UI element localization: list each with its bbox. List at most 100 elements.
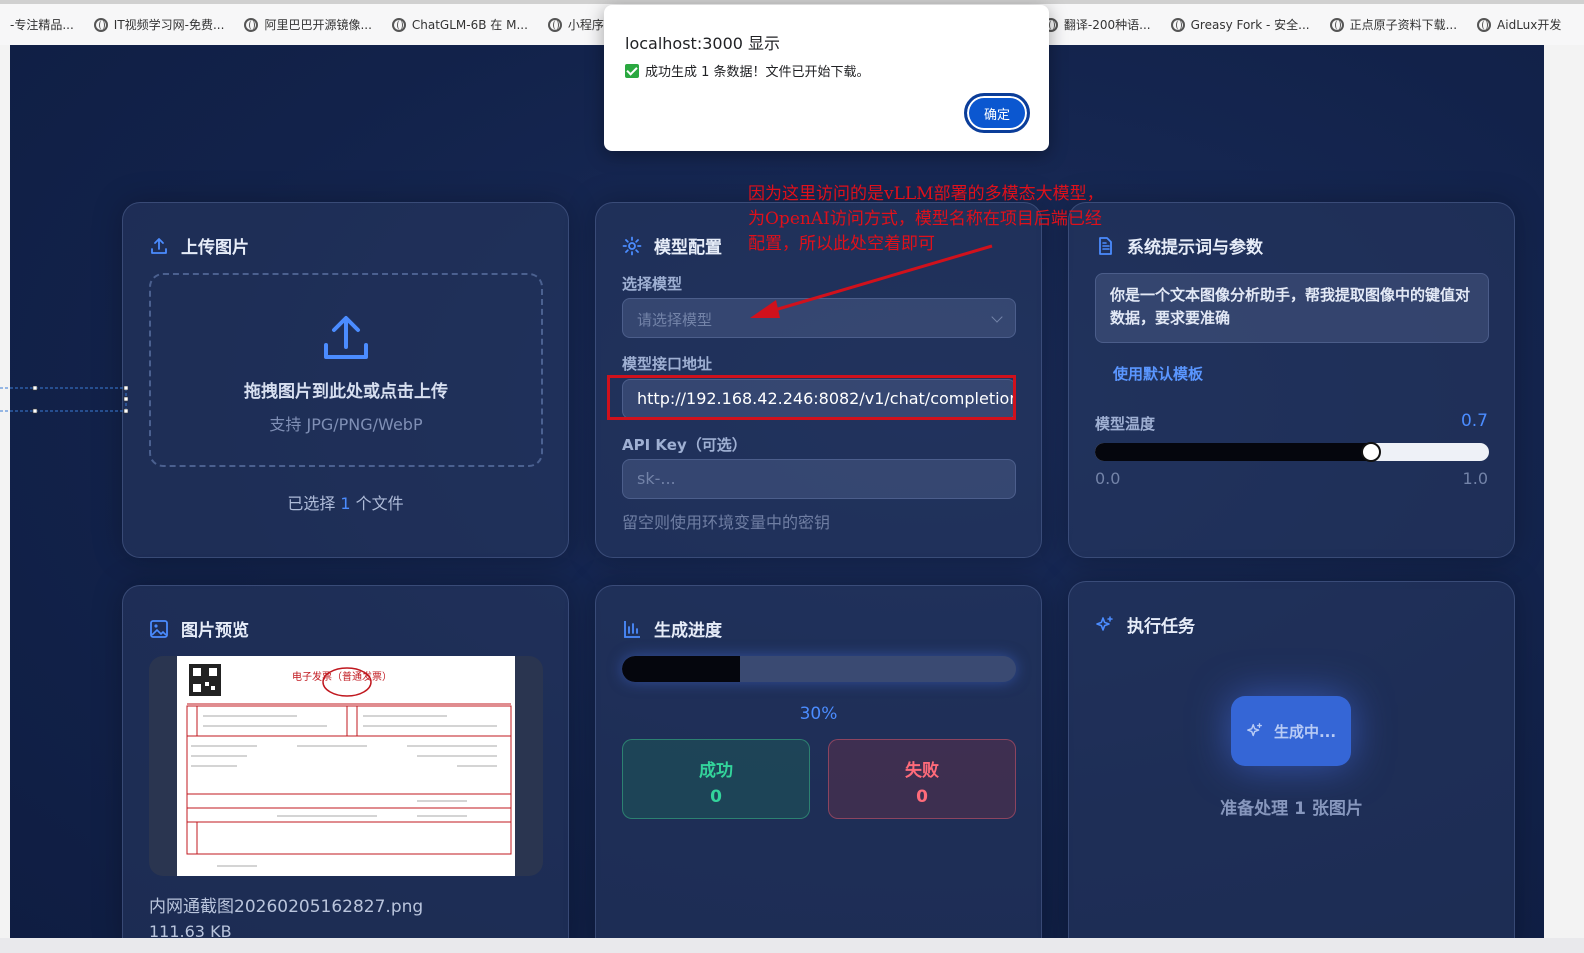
annotation-line: 为OpenAI访问方式，模型名称在项目后端已经 <box>748 209 1102 229</box>
bookmark-label: 阿里巴巴开源镜像... <box>264 18 372 32</box>
temperature-slider[interactable] <box>1095 442 1489 462</box>
invoice-drawing: 电子发票（普通发票） <box>186 664 512 867</box>
bookmark-item[interactable]: AidLux开发 <box>1467 16 1571 33</box>
dialog-message: 成功生成 1 条数据！文件已开始下载。 <box>645 65 870 80</box>
temperature-max: 1.0 <box>1462 469 1488 488</box>
execute-card: 执行任务 生成中... 准备处理 1 张图片 <box>1068 581 1515 938</box>
progress-percent: 30% <box>799 704 838 724</box>
globe-icon <box>391 17 406 32</box>
temperature-slider-handle[interactable] <box>1360 442 1381 462</box>
image-preview: 电子发票（普通发票） <box>149 656 543 876</box>
dropzone-formats: 支持 JPG/PNG/WebP <box>269 415 423 434</box>
preview-file-name: 内网通截图20260205162827.png <box>149 897 424 917</box>
bookmark-item[interactable]: 阿里巴巴开源镜像... <box>234 16 381 33</box>
progress-bar-fill <box>622 656 741 682</box>
execute-hint: 准备处理 1 张图片 <box>1220 799 1363 819</box>
success-value: 0 <box>710 787 722 807</box>
apikey-hint: 留空则使用环境变量中的密钥 <box>622 513 831 532</box>
image-icon <box>150 619 168 638</box>
selected-prefix: 已选择 <box>287 494 341 513</box>
temperature-min: 0.0 <box>1095 469 1121 488</box>
temperature-slider-fill <box>1095 443 1371 461</box>
fail-stat: 失败 0 <box>828 739 1016 819</box>
selected-files-count: 已选择 1 个文件 <box>123 490 568 514</box>
alert-dialog: localhost:3000 显示 成功生成 1 条数据！文件已开始下载。 确定 <box>604 5 1049 151</box>
chevron-down-icon <box>991 311 1003 323</box>
bar-chart-icon <box>624 620 640 638</box>
use-default-template-button[interactable]: 使用默认模板 <box>1113 363 1203 384</box>
upload-large-icon <box>324 316 368 359</box>
annotation-text: 因为这里访问的是vLLM部署的多模态大模型， 为OpenAI访问方式，模型名称在… <box>748 182 1168 257</box>
annotation-highlight-box <box>607 375 1016 420</box>
upload-title-text: 上传图片 <box>181 238 249 258</box>
model-title-text: 模型配置 <box>654 238 722 258</box>
bookmark-item[interactable]: ChatGLM-6B 在 M... <box>382 16 538 33</box>
apikey-label: API Key（可选） <box>622 436 747 454</box>
invoice-title-text: 电子发票（普通发票） <box>292 670 392 683</box>
globe-icon <box>1477 17 1492 32</box>
sparkle-icon <box>1096 615 1113 631</box>
globe-icon <box>1329 17 1344 32</box>
bookmark-label: 正点原子资料下载... <box>1349 18 1458 32</box>
preview-card: 图片预览 电子发票（普通发票） 内网通截图20260205162827.png … <box>122 585 569 938</box>
selected-count: 1 <box>340 494 351 513</box>
selection-guides <box>0 386 128 414</box>
model-select-placeholder: 请选择模型 <box>637 311 713 329</box>
bookmark-label: 小程序 <box>567 18 604 32</box>
upload-card: 上传图片 拖拽图片到此处或点击上传 支持 JPG/PNG/WebP 已选择 1 … <box>122 202 569 558</box>
preview-title-text: 图片预览 <box>181 621 249 641</box>
upload-dropzone[interactable]: 拖拽图片到此处或点击上传 支持 JPG/PNG/WebP <box>149 273 543 467</box>
endpoint-label: 模型接口地址 <box>622 355 713 373</box>
dialog-message-row: 成功生成 1 条数据！文件已开始下载。 <box>625 61 870 80</box>
generate-button[interactable]: 生成中... <box>1231 696 1351 766</box>
globe-icon <box>547 17 562 32</box>
preview-file-size: 111.63 KB <box>149 922 232 938</box>
generate-button-label: 生成中... <box>1273 722 1337 741</box>
bookmark-item[interactable]: IT视频学习网-免费... <box>84 16 235 33</box>
execute-title-text: 执行任务 <box>1127 617 1195 637</box>
bookmark-item[interactable]: 正点原子资料下载... <box>1320 16 1467 33</box>
annotation-line: 因为这里访问的是vLLM部署的多模态大模型， <box>748 184 1104 204</box>
globe-icon <box>244 17 259 32</box>
bookmark-item[interactable]: 小程序 <box>538 16 614 33</box>
bookmark-label: Greasy Fork - 安全... <box>1190 18 1310 32</box>
system-prompt-textarea[interactable]: 你是一个文本图像分析助手，帮我提取图像中的键值对数据，要求要准确 <box>1095 273 1489 343</box>
gear-icon <box>622 236 642 255</box>
sparkle-icon <box>1247 723 1262 737</box>
dropzone-text: 拖拽图片到此处或点击上传 <box>244 382 448 402</box>
globe-icon <box>93 17 108 32</box>
upload-icon <box>151 237 167 254</box>
success-stat: 成功 0 <box>622 739 810 819</box>
bookmark-label: 翻译-200种语... <box>1063 18 1151 32</box>
check-icon <box>625 63 639 78</box>
dialog-title: localhost:3000 显示 <box>625 34 781 53</box>
bookmark-label: -专注精品... <box>10 18 74 32</box>
model-card-title: 模型配置 <box>622 233 722 258</box>
bookmark-item[interactable]: -专注精品... <box>0 16 84 33</box>
progress-card: 生成进度 30% 成功 0 失败 0 <box>595 585 1042 938</box>
progress-card-title: 生成进度 <box>622 616 722 641</box>
preview-card-title: 图片预览 <box>149 616 249 641</box>
annotation-line: 配置，所以此处空着即可 <box>748 234 935 254</box>
globe-icon <box>1170 17 1185 32</box>
temperature-value: 0.7 <box>1460 411 1488 431</box>
model-select[interactable]: 请选择模型 <box>622 298 1016 338</box>
progress-title-text: 生成进度 <box>654 621 722 641</box>
upload-card-title: 上传图片 <box>149 233 249 258</box>
page-margin-left <box>0 45 10 938</box>
page-margin-bottom <box>0 938 1584 953</box>
success-label: 成功 <box>699 761 733 781</box>
progress-bar <box>622 656 1016 682</box>
fail-value: 0 <box>916 787 928 807</box>
select-model-label: 选择模型 <box>622 275 683 293</box>
dialog-ok-button[interactable]: 确定 <box>964 93 1030 133</box>
fail-label: 失败 <box>905 761 939 781</box>
app-main: 上传图片 拖拽图片到此处或点击上传 支持 JPG/PNG/WebP 已选择 1 … <box>10 45 1544 938</box>
execute-card-title: 执行任务 <box>1095 612 1195 637</box>
invoice-image: 电子发票（普通发票） <box>177 656 515 876</box>
bookmark-label: ChatGLM-6B 在 M... <box>411 18 528 32</box>
apikey-input[interactable]: sk-... <box>622 459 1016 499</box>
bookmark-item[interactable]: Greasy Fork - 安全... <box>1161 16 1320 33</box>
bookmark-label: IT视频学习网-免费... <box>113 18 225 32</box>
bookmark-item[interactable]: 翻译-200种语... <box>1034 16 1161 33</box>
